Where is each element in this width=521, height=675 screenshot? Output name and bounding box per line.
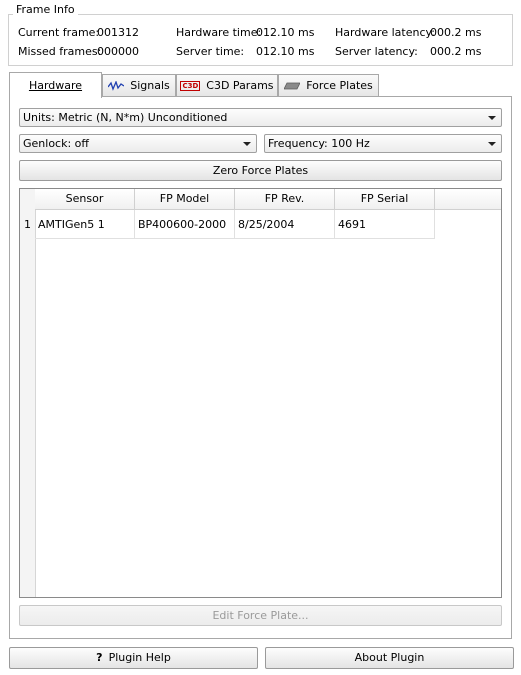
tab-hardware-label: Hardware [28, 79, 83, 92]
plugin-help-button[interactable]: ? Plugin Help [9, 647, 258, 669]
column-header-sensor[interactable]: Sensor [35, 189, 135, 210]
row-number[interactable]: 1 [20, 210, 35, 239]
about-plugin-button[interactable]: About Plugin [265, 647, 514, 669]
server-time-value: 012.10 ms [256, 45, 315, 58]
chevron-down-icon [488, 142, 496, 146]
help-icon: ? [96, 651, 103, 664]
hardware-time-value: 012.10 ms [256, 26, 315, 39]
tab-signals[interactable]: Signals [102, 74, 176, 96]
frame-info-title: Frame Info [13, 3, 78, 16]
column-header-fp-rev[interactable]: FP Rev. [235, 189, 335, 210]
tab-force-plates[interactable]: Force Plates [278, 74, 379, 96]
server-time-label: Server time: [176, 45, 245, 58]
units-value: Units: Metric (N, N*m) Unconditioned [23, 111, 228, 124]
hardware-time-label: Hardware time: [176, 26, 262, 39]
column-header-fp-serial[interactable]: FP Serial [335, 189, 435, 210]
edit-force-plate-button[interactable]: Edit Force Plate... [19, 605, 502, 626]
chevron-down-icon [243, 142, 251, 146]
frame-info-group [8, 14, 513, 66]
c3d-icon: C3D [180, 80, 201, 91]
signal-icon [108, 80, 125, 91]
genlock-select[interactable]: Genlock: off [19, 134, 257, 153]
server-latency-value: 000.2 ms [430, 45, 482, 58]
table-cell-fp-model[interactable]: BP400600-2000 [135, 210, 235, 239]
tab-force-plates-label: Force Plates [306, 79, 373, 92]
table-cell-fp-serial[interactable]: 4691 [335, 210, 435, 239]
tab-hardware[interactable]: Hardware [9, 72, 102, 98]
frequency-value: Frequency: 100 Hz [268, 137, 370, 150]
tab-signals-label: Signals [130, 79, 170, 92]
column-header-filler [435, 189, 501, 210]
zero-force-plates-button[interactable]: Zero Force Plates [19, 160, 502, 181]
frequency-select[interactable]: Frequency: 100 Hz [264, 134, 502, 153]
current-frame-value: 001312 [97, 26, 139, 39]
missed-frames-label: Missed frames: [18, 45, 102, 58]
plugin-help-label: Plugin Help [108, 651, 171, 664]
missed-frames-value: 000000 [97, 45, 139, 58]
units-select[interactable]: Units: Metric (N, N*m) Unconditioned [19, 108, 502, 127]
table-cell-fp-rev[interactable]: 8/25/2004 [235, 210, 335, 239]
column-header-fp-model[interactable]: FP Model [135, 189, 235, 210]
force-plate-table: Sensor FP Model FP Rev. FP Serial 1 AMTI… [19, 188, 502, 598]
current-frame-label: Current frame: [18, 26, 100, 39]
row-header-column [20, 189, 36, 597]
genlock-value: Genlock: off [23, 137, 89, 150]
plate-icon [284, 82, 301, 89]
hardware-latency-value: 000.2 ms [430, 26, 482, 39]
server-latency-label: Server latency: [335, 45, 418, 58]
hardware-latency-label: Hardware latency: [335, 26, 435, 39]
table-cell-sensor[interactable]: AMTIGen5 1 [35, 210, 135, 239]
tab-c3d-params[interactable]: C3D C3D Params [176, 74, 278, 96]
chevron-down-icon [488, 116, 496, 120]
tab-c3d-params-label: C3D Params [206, 79, 274, 92]
